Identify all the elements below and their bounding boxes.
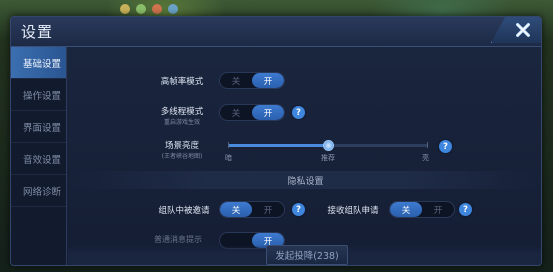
brightness-sublabel: (王者峡谷地图) [161,153,203,160]
tab-interface-settings[interactable]: 界面设置 [11,111,66,143]
hud-icon [120,4,130,14]
slider-handle[interactable] [323,140,334,151]
tab-sound-settings[interactable]: 音效设置 [11,143,66,175]
settings-content: 高帧率模式 关 开 多线程模式 重启游戏生效 关 开 ? 场景亮度 (王者峡谷地… [68,48,541,265]
high-fps-toggle[interactable]: 关 开 [219,72,285,89]
section-title: 隐私设置 [287,176,324,187]
tab-network-diagnosis[interactable]: 网络诊断 [11,175,66,207]
close-x-icon [515,23,530,37]
slider-tick-min [228,142,229,148]
tab-label: 音效设置 [23,154,62,166]
brightness-min-label: 暗 [225,154,232,162]
team-invite-toggle[interactable]: 关 开 [219,201,285,218]
toggle-on-option[interactable]: 关 [220,202,252,217]
surrender-button[interactable]: 发起投降(238) [266,245,348,265]
brightness-mid-label: 推荐 [321,154,335,162]
settings-sidebar: 基础设置 操作设置 界面设置 音效设置 网络诊断 [11,47,67,265]
brightness-help-icon[interactable]: ? [439,140,452,153]
high-fps-label: 高帧率模式 [160,77,204,87]
toggle-on-option[interactable]: 开 [252,73,284,88]
close-button[interactable] [491,17,541,43]
tab-basic-settings[interactable]: 基础设置 [11,47,66,79]
team-request-label: 接收组队申请 [327,206,379,216]
hud-icon [136,4,146,14]
privacy-section-header: 隐私设置 [68,171,541,189]
slider-fill [228,144,328,147]
multithread-toggle[interactable]: 关 开 [219,104,285,121]
hud-icon [152,4,162,14]
footer-bar: 发起投降(238) [68,245,541,265]
tab-label: 操作设置 [23,90,62,102]
team-request-toggle[interactable]: 关 开 [389,201,455,218]
toggle-off-option[interactable]: 开 [422,202,454,217]
tab-label: 基础设置 [23,58,62,70]
tab-label: 界面设置 [23,122,62,134]
tab-label: 网络诊断 [23,186,62,198]
panel-title: 设置 [21,23,54,41]
multithread-sublabel: 重启游戏生效 [163,119,200,126]
brightness-label: 场景亮度 [164,141,199,151]
tab-control-settings[interactable]: 操作设置 [11,79,66,111]
multithread-label: 多线程模式 [160,107,204,117]
toggle-on-option[interactable]: 关 [390,202,422,217]
brightness-max-label: 亮 [422,154,429,162]
team-invite-help-icon[interactable]: ? [292,203,305,216]
slider-tick-max [427,142,428,148]
toggle-on-option[interactable]: 开 [252,105,284,120]
team-invite-label: 组队中被邀请 [158,206,210,216]
toggle-off-option[interactable]: 开 [252,202,284,217]
team-request-help-icon[interactable]: ? [459,203,472,216]
toggle-off-option[interactable]: 关 [220,73,252,88]
settings-panel: 设置 基础设置 操作设置 界面设置 音效设置 网络诊断 高帧率模式 关 开 多线… [10,16,542,266]
truncated-setting-label: 普通消息提示 [154,235,202,244]
panel-header: 设置 [11,17,541,47]
multithread-help-icon[interactable]: ? [292,106,305,119]
hud-icon [168,4,178,14]
toggle-off-option[interactable]: 关 [220,105,252,120]
